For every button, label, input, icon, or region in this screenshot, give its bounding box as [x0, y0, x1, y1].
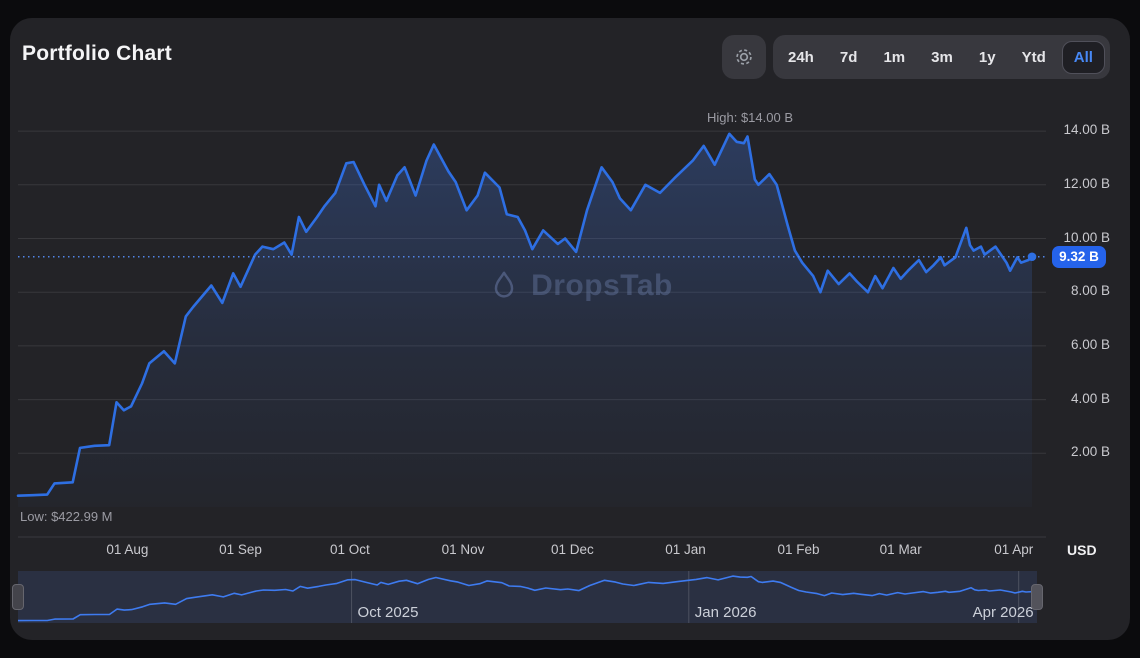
portfolio-chart-card: Portfolio Chart 24h7d1m3m1yYtdAll High: … — [10, 18, 1130, 640]
x-axis-tick: 01 Jan — [650, 542, 720, 557]
low-value-label: Low: $422.99 M — [20, 509, 113, 524]
x-axis-tick: 01 Apr — [979, 542, 1049, 557]
y-axis-tick: 4.00 B — [1050, 391, 1110, 406]
y-axis-tick: 8.00 B — [1050, 283, 1110, 298]
nav-marker-label: Jan 2026 — [695, 604, 757, 621]
x-axis-tick: 01 Feb — [764, 542, 834, 557]
area-fill — [18, 134, 1032, 507]
nav-marker-label: Oct 2025 — [358, 604, 419, 621]
x-axis-tick: 01 Nov — [428, 542, 498, 557]
x-axis-tick: 01 Oct — [315, 542, 385, 557]
navigator-background[interactable] — [18, 571, 1037, 623]
high-value-label: High: $14.00 B — [650, 110, 850, 125]
y-axis-tick: 2.00 B — [1050, 444, 1110, 459]
last-point-dot — [1028, 252, 1037, 261]
y-axis-tick: 12.00 B — [1050, 176, 1110, 191]
x-axis-tick: 01 Mar — [866, 542, 936, 557]
y-axis-tick: 6.00 B — [1050, 337, 1110, 352]
x-axis-tick: 01 Aug — [92, 542, 162, 557]
y-axis-tick: 14.00 B — [1050, 122, 1110, 137]
navigator-right-handle[interactable] — [1031, 584, 1043, 610]
y-axis-tick: 10.00 B — [1050, 230, 1110, 245]
currency-label: USD — [1067, 542, 1097, 558]
x-axis-tick: 01 Sep — [205, 542, 275, 557]
navigator-left-handle[interactable] — [12, 584, 24, 610]
x-axis-tick: 01 Dec — [537, 542, 607, 557]
current-value-badge: 9.32 B — [1052, 246, 1106, 268]
nav-marker-label: Apr 2026 — [973, 604, 1034, 621]
